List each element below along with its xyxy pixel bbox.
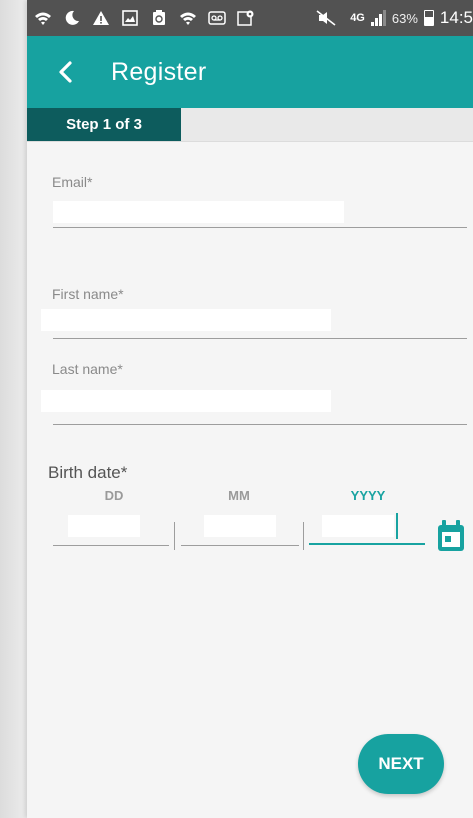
birth-date-label: Birth date* bbox=[48, 463, 128, 482]
recycle-icon bbox=[150, 9, 168, 27]
date-separator bbox=[174, 522, 175, 550]
page-title: Register bbox=[111, 57, 207, 86]
date-separator bbox=[303, 522, 304, 550]
year-underline-active bbox=[309, 543, 425, 545]
calendar-button[interactable] bbox=[436, 519, 466, 553]
first-name-underline bbox=[53, 338, 467, 339]
month-underline bbox=[181, 545, 299, 546]
next-button[interactable]: NEXT bbox=[358, 734, 444, 794]
last-name-underline bbox=[53, 424, 467, 425]
day-input[interactable] bbox=[68, 515, 140, 537]
network-type-label: 4G bbox=[350, 12, 365, 24]
chevron-left-icon bbox=[59, 61, 72, 83]
last-name-label: Last name* bbox=[52, 361, 123, 377]
first-name-label: First name* bbox=[52, 286, 124, 302]
step-indicator: Step 1 of 3 bbox=[27, 108, 181, 141]
day-header: DD bbox=[104, 488, 124, 503]
month-header: MM bbox=[228, 488, 250, 503]
year-input[interactable] bbox=[322, 515, 394, 537]
year-header: YYYY bbox=[350, 488, 386, 503]
back-button[interactable] bbox=[41, 48, 89, 96]
clock-time: 14:5 bbox=[439, 8, 473, 27]
image-icon bbox=[121, 9, 139, 27]
wifi-question-icon bbox=[34, 9, 52, 27]
voicemail-icon bbox=[208, 9, 226, 27]
calendar-icon bbox=[438, 520, 464, 551]
wifi-question-icon bbox=[179, 9, 197, 27]
email-input[interactable] bbox=[53, 201, 344, 223]
day-underline bbox=[53, 545, 169, 546]
device-frame-edge bbox=[0, 0, 27, 818]
notification-icons bbox=[27, 9, 255, 27]
location-icon bbox=[237, 9, 255, 27]
battery-percent: 63% bbox=[391, 10, 418, 26]
text-cursor bbox=[396, 513, 398, 539]
battery-icon bbox=[423, 10, 434, 26]
first-name-input[interactable] bbox=[41, 309, 331, 331]
phone-screen: 4G 63% 14:5 Register Step 1 of 3 Email* … bbox=[27, 0, 473, 818]
moon-icon bbox=[63, 9, 81, 27]
app-bar: Register bbox=[27, 36, 473, 108]
email-label: Email* bbox=[52, 174, 93, 190]
warning-icon bbox=[92, 9, 110, 27]
step-progress-bar: Step 1 of 3 bbox=[27, 108, 473, 142]
signal-icon bbox=[370, 10, 386, 26]
status-right: 4G 63% 14:5 bbox=[316, 8, 473, 28]
last-name-input[interactable] bbox=[41, 390, 331, 412]
mute-icon bbox=[316, 9, 338, 27]
month-input[interactable] bbox=[204, 515, 276, 537]
email-underline bbox=[53, 227, 467, 228]
status-bar: 4G 63% 14:5 bbox=[27, 0, 473, 36]
